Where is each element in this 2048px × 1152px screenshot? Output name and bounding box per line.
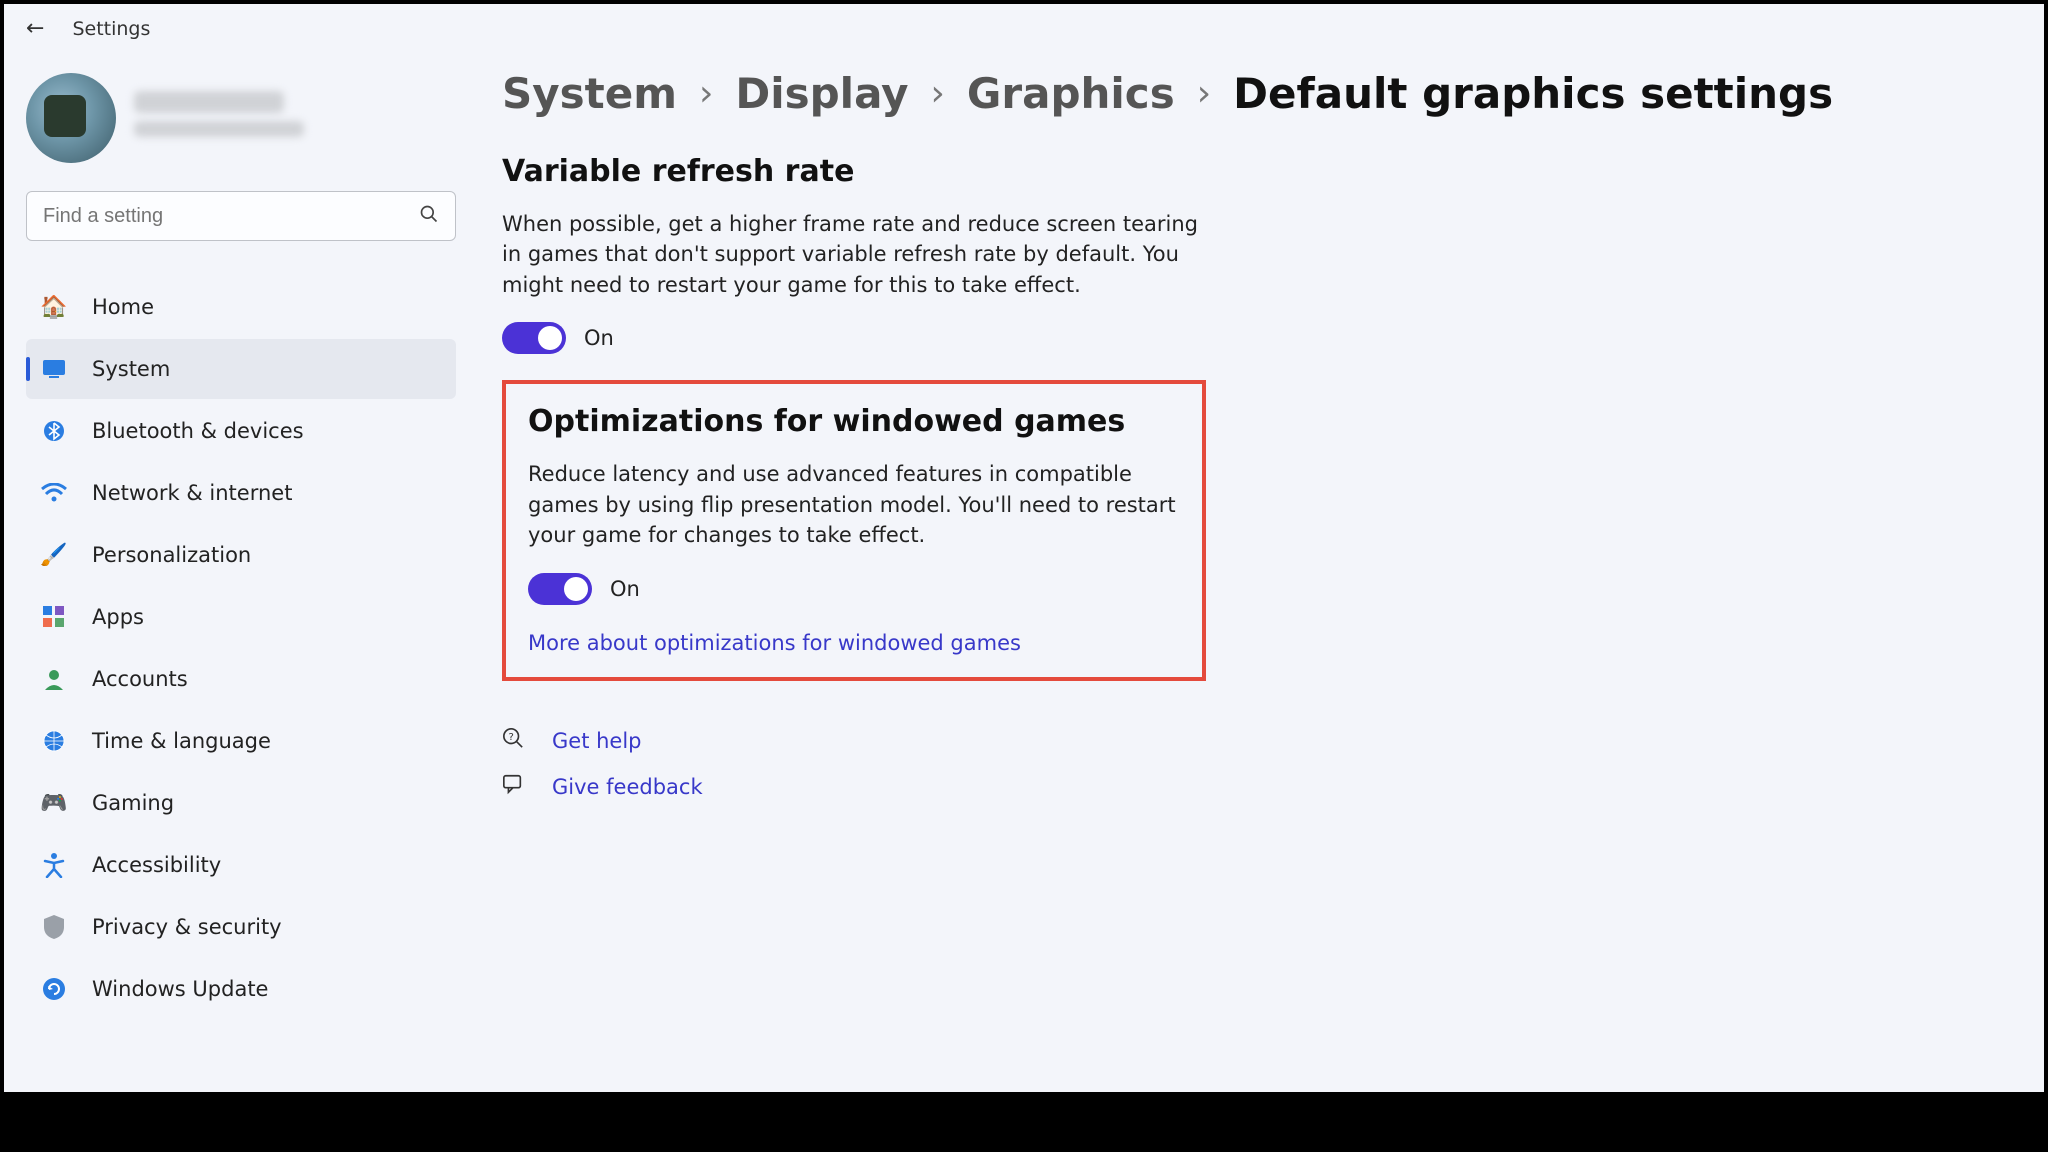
sidebar-item-system[interactable]: System (26, 339, 456, 399)
brush-icon: 🖌️ (40, 541, 68, 569)
sidebar-item-label: Personalization (92, 543, 251, 567)
chevron-right-icon: › (699, 73, 713, 114)
sidebar-item-label: Apps (92, 605, 144, 629)
sidebar-item-bluetooth[interactable]: Bluetooth & devices (26, 401, 456, 461)
section-description: When possible, get a higher frame rate a… (502, 209, 1202, 300)
home-icon: 🏠 (40, 293, 68, 321)
breadcrumb-display[interactable]: Display (735, 69, 908, 118)
apps-icon (40, 603, 68, 631)
get-help-link[interactable]: ? Get help (502, 727, 2004, 755)
sidebar-item-network[interactable]: Network & internet (26, 463, 456, 523)
sidebar-item-windows-update[interactable]: Windows Update (26, 959, 456, 1019)
titlebar: ← Settings (4, 4, 2044, 53)
get-help-label: Get help (552, 729, 642, 753)
breadcrumb-current: Default graphics settings (1233, 69, 1833, 118)
help-icon: ? (502, 727, 526, 755)
sidebar-item-privacy[interactable]: Privacy & security (26, 897, 456, 957)
svg-text:?: ? (508, 731, 513, 742)
sidebar-item-label: Windows Update (92, 977, 268, 1001)
accessibility-icon (40, 851, 68, 879)
section-title: Variable refresh rate (502, 154, 1202, 189)
section-description: Reduce latency and use advanced features… (528, 459, 1180, 550)
section-variable-refresh-rate: Variable refresh rate When possible, get… (502, 154, 1202, 354)
sidebar-item-label: Network & internet (92, 481, 292, 505)
section-optimizations-windowed-games-highlight: Optimizations for windowed games Reduce … (502, 380, 1206, 680)
breadcrumb-system[interactable]: System (502, 69, 677, 118)
avatar (26, 73, 116, 163)
sidebar-item-home[interactable]: 🏠 Home (26, 277, 456, 337)
search-icon[interactable] (419, 204, 439, 229)
vrr-toggle[interactable] (502, 322, 566, 354)
user-name-blurred (134, 91, 304, 145)
shield-icon (40, 913, 68, 941)
sidebar-item-apps[interactable]: Apps (26, 587, 456, 647)
sidebar-item-label: Bluetooth & devices (92, 419, 304, 443)
section-title: Optimizations for windowed games (528, 404, 1180, 439)
search-input[interactable] (43, 205, 419, 228)
accounts-icon (40, 665, 68, 693)
back-arrow-icon[interactable]: ← (26, 16, 44, 41)
sidebar-item-personalization[interactable]: 🖌️ Personalization (26, 525, 456, 585)
vrr-toggle-label: On (584, 326, 614, 350)
wifi-icon (40, 479, 68, 507)
sidebar-item-label: System (92, 357, 170, 381)
sidebar-item-time-language[interactable]: Time & language (26, 711, 456, 771)
search-box[interactable] (26, 191, 456, 241)
breadcrumb-graphics[interactable]: Graphics (967, 69, 1175, 118)
feedback-icon (502, 773, 526, 801)
give-feedback-label: Give feedback (552, 775, 703, 799)
sidebar-item-label: Accounts (92, 667, 188, 691)
sidebar-item-label: Privacy & security (92, 915, 282, 939)
sidebar-item-gaming[interactable]: 🎮 Gaming (26, 773, 456, 833)
window-title: Settings (72, 18, 150, 40)
profile-block[interactable] (26, 73, 474, 163)
sidebar-nav: 🏠 Home System Bluetooth & devices (26, 277, 474, 1019)
owg-toggle-label: On (610, 577, 640, 601)
sidebar-item-label: Time & language (92, 729, 271, 753)
sidebar-item-label: Gaming (92, 791, 174, 815)
sidebar-item-label: Home (92, 295, 154, 319)
owg-more-link[interactable]: More about optimizations for windowed ga… (528, 631, 1021, 655)
breadcrumb: System › Display › Graphics › Default gr… (502, 69, 2004, 118)
gamepad-icon: 🎮 (40, 789, 68, 817)
update-icon (40, 975, 68, 1003)
sidebar-item-accounts[interactable]: Accounts (26, 649, 456, 709)
chevron-right-icon: › (1197, 73, 1211, 114)
give-feedback-link[interactable]: Give feedback (502, 773, 2004, 801)
main-content: System › Display › Graphics › Default gr… (474, 53, 2044, 1087)
system-icon (40, 355, 68, 383)
chevron-right-icon: › (931, 73, 945, 114)
owg-toggle[interactable] (528, 573, 592, 605)
sidebar-item-accessibility[interactable]: Accessibility (26, 835, 456, 895)
sidebar-item-label: Accessibility (92, 853, 221, 877)
bluetooth-icon (40, 417, 68, 445)
globe-clock-icon (40, 727, 68, 755)
sidebar: 🏠 Home System Bluetooth & devices (4, 53, 474, 1087)
